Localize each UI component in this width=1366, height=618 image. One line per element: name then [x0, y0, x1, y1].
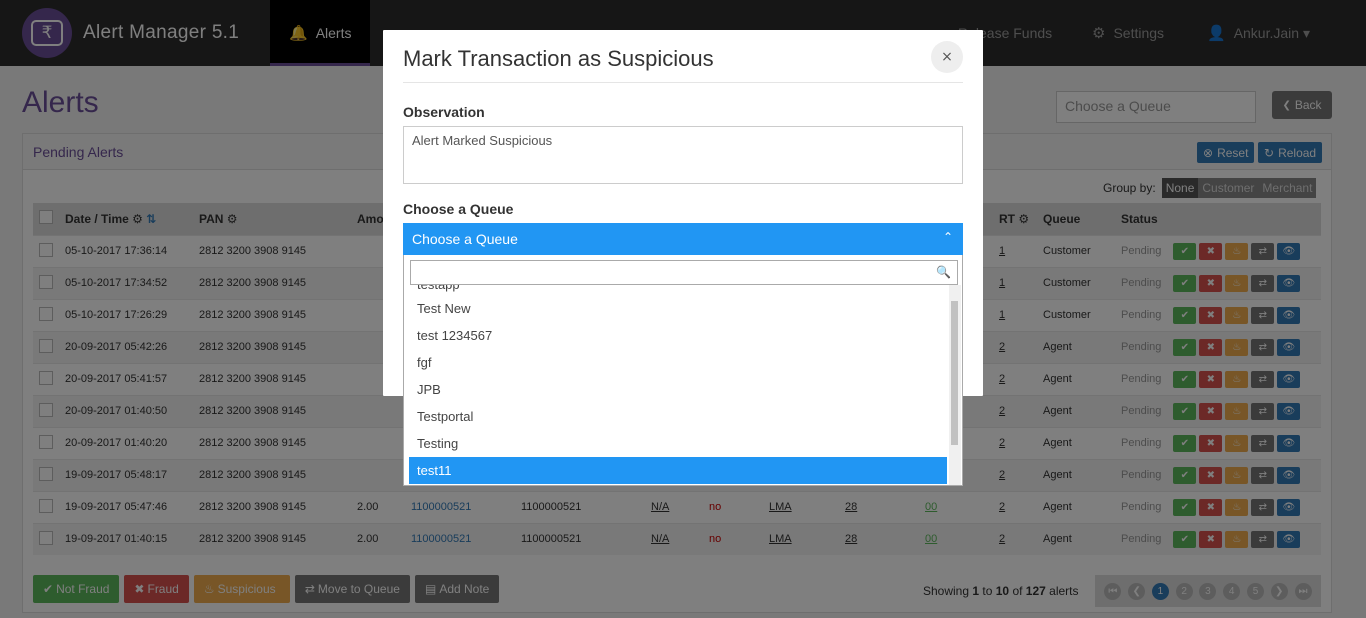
dropdown-scrollbar[interactable]: [949, 285, 961, 485]
observation-textarea[interactable]: Alert Marked Suspicious: [403, 126, 963, 184]
queue-dropdown-menu: 🔍 testapp Test New test 1234567 fgf JPB …: [403, 255, 963, 486]
dropdown-search-input[interactable]: 🔍: [410, 260, 958, 285]
dropdown-option[interactable]: Test New: [409, 295, 947, 322]
dropdown-option[interactable]: testapp: [409, 285, 947, 295]
divider: [403, 82, 963, 83]
observation-label: Observation: [403, 104, 485, 120]
dropdown-option[interactable]: fgf: [409, 349, 947, 376]
modal-title: Mark Transaction as Suspicious: [403, 46, 714, 71]
queue-dropdown[interactable]: Choose a Queue ⌃: [403, 223, 963, 255]
dropdown-options: testapp Test New test 1234567 fgf JPB Te…: [409, 285, 947, 485]
close-icon[interactable]: ×: [931, 41, 963, 73]
dropdown-option[interactable]: Testing: [409, 430, 947, 457]
dropdown-option[interactable]: Testportal: [409, 403, 947, 430]
queue-label: Choose a Queue: [403, 201, 514, 217]
dropdown-option[interactable]: test 1234567: [409, 322, 947, 349]
dropdown-option[interactable]: JPB: [409, 376, 947, 403]
search-icon: 🔍: [936, 265, 951, 279]
scrollbar-thumb[interactable]: [951, 301, 958, 445]
dropdown-option-highlighted[interactable]: test11: [409, 457, 947, 484]
chevron-up-icon: ⌃: [942, 230, 953, 244]
